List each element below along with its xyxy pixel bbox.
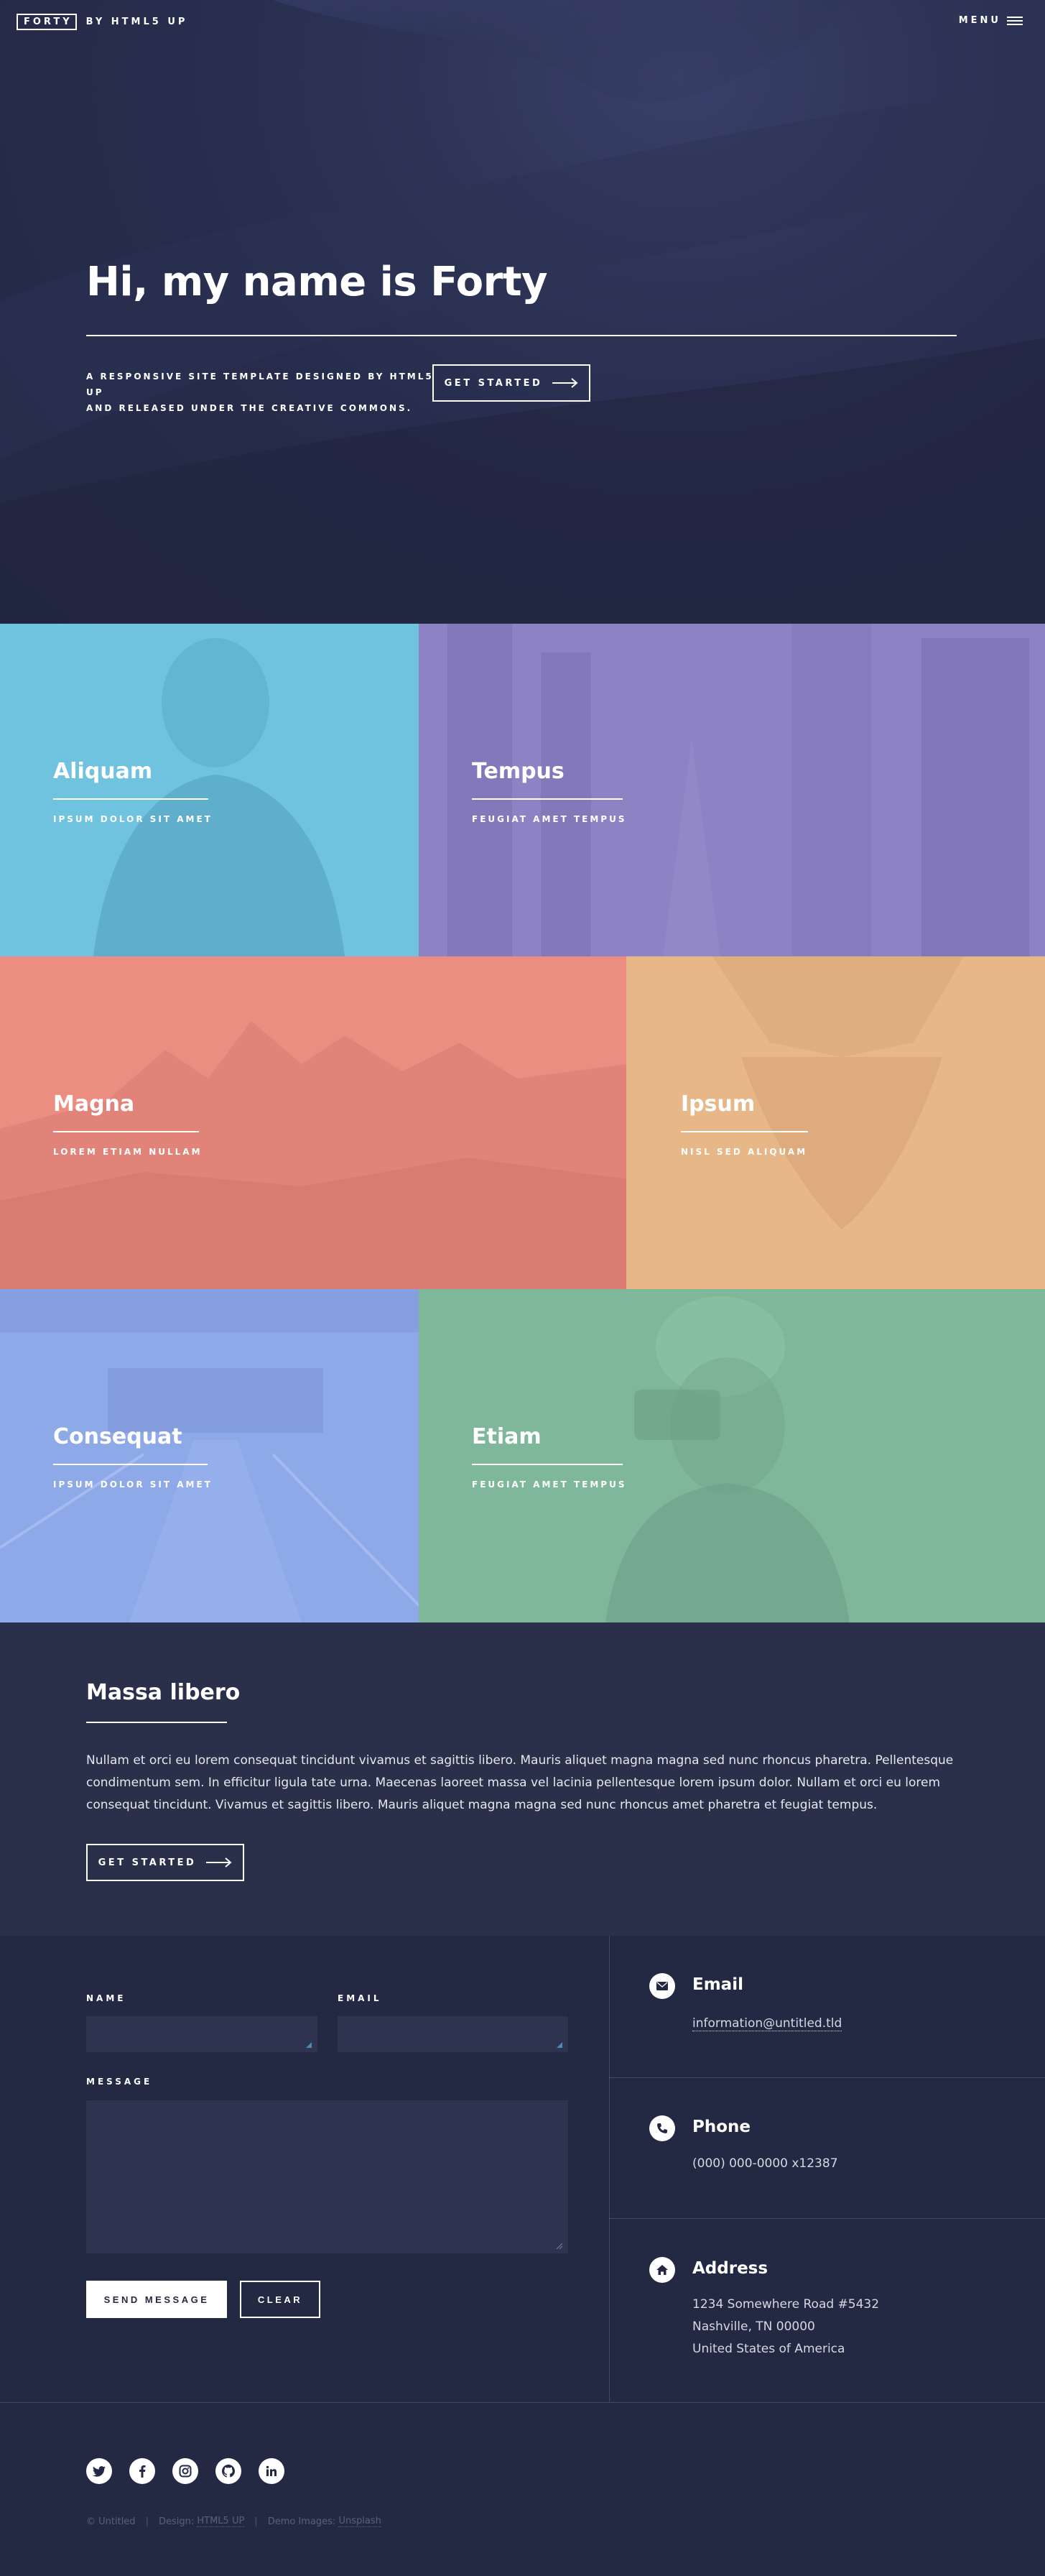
- hamburger-icon: [1007, 16, 1023, 25]
- tile-etiam-title: Etiam: [472, 1424, 542, 1449]
- tile-tempus[interactable]: Tempus FEUGIAT AMET TEMPUS: [419, 624, 1045, 956]
- tile-consequat-title: Consequat: [53, 1424, 182, 1449]
- tile-aliquam-subtitle: IPSUM DOLOR SIT AMET: [53, 814, 213, 824]
- instagram-icon[interactable]: [172, 2458, 198, 2484]
- contact-divider: [609, 1936, 610, 2402]
- menu-button[interactable]: MENU: [959, 15, 1023, 26]
- tile-aliquam-divider: [53, 798, 208, 800]
- tile-tempus-subtitle: FEUGIAT AMET TEMPUS: [472, 814, 627, 824]
- facebook-icon[interactable]: [129, 2458, 155, 2484]
- intro-section: Massa libero Nullam et orci eu lorem con…: [0, 1622, 1045, 1936]
- address-heading: Address: [692, 2259, 768, 2278]
- banner-divider: [86, 335, 957, 336]
- field-resize-icon: [306, 2042, 312, 2048]
- tile-magna-divider: [53, 1131, 199, 1132]
- copyright-text: © Untitled: [86, 2516, 136, 2527]
- message-label: MESSAGE: [86, 2077, 153, 2087]
- site-logo[interactable]: FORTY BY HTML5 UP: [17, 14, 187, 30]
- logo-tagline: BY HTML5 UP: [85, 17, 188, 27]
- banner-background-image: [0, 0, 1045, 624]
- banner-subtitle-line-1: A RESPONSIVE SITE TEMPLATE DESIGNED BY H…: [86, 371, 434, 397]
- tile-aliquam-photo: [93, 638, 345, 956]
- contact-info-divider: [609, 2218, 1045, 2219]
- banner-subtitle: A RESPONSIVE SITE TEMPLATE DESIGNED BY H…: [86, 369, 438, 416]
- name-input[interactable]: [86, 2016, 317, 2052]
- tile-magna-title: Magna: [53, 1091, 135, 1117]
- linkedin-icon[interactable]: [259, 2458, 284, 2484]
- home-icon: [649, 2257, 675, 2283]
- tile-etiam-subtitle: FEUGIAT AMET TEMPUS: [472, 1479, 627, 1490]
- email-heading: Email: [692, 1975, 743, 1994]
- tile-ipsum-divider: [681, 1131, 808, 1132]
- address-line-2: Nashville, TN 00000: [692, 2319, 815, 2334]
- tile-etiam[interactable]: Etiam FEUGIAT AMET TEMPUS: [419, 1289, 1045, 1622]
- message-textarea[interactable]: [86, 2100, 568, 2253]
- tile-ipsum-photo: [712, 956, 964, 1229]
- twitter-icon[interactable]: [86, 2458, 112, 2484]
- name-label: NAME: [86, 1993, 126, 2003]
- arrow-right-icon: [552, 378, 578, 388]
- contact-section: NAME EMAIL MESSAGE SEND MESSAGE CLEAR Em…: [0, 1936, 1045, 2402]
- intro-get-started-button[interactable]: GET STARTED: [86, 1844, 244, 1881]
- demo-images-link[interactable]: Unsplash: [338, 2516, 381, 2527]
- tile-etiam-photo: [605, 1296, 850, 1622]
- tile-tempus-photo: [447, 624, 1029, 956]
- banner-get-started-label: GET STARTED: [444, 377, 543, 389]
- design-credit-prefix: Design:: [158, 2516, 195, 2527]
- clear-button[interactable]: CLEAR: [240, 2281, 320, 2318]
- banner-subtitle-line-2: AND RELEASED UNDER THE CREATIVE COMMONS.: [86, 403, 413, 413]
- phone-icon: [649, 2115, 675, 2141]
- banner-get-started-button[interactable]: GET STARTED: [432, 364, 590, 402]
- tile-ipsum[interactable]: Ipsum NISL SED ALIQUAM: [626, 956, 1045, 1289]
- tile-consequat-divider: [53, 1464, 208, 1465]
- site-footer: © Untitled | Design: HTML5 UP | Demo Ima…: [0, 2402, 1045, 2576]
- tile-consequat-photo: [0, 1289, 419, 1622]
- intro-body: Nullam et orci eu lorem consequat tincid…: [86, 1753, 954, 1812]
- email-info-value: information@untitled.tld: [692, 2013, 842, 2035]
- address-line-1: 1234 Somewhere Road #5432: [692, 2297, 880, 2312]
- envelope-icon: [649, 1973, 675, 1999]
- email-label: EMAIL: [338, 1993, 382, 2003]
- demo-images-prefix: Demo Images:: [267, 2516, 336, 2527]
- email-link[interactable]: information@untitled.tld: [692, 2016, 842, 2031]
- tile-aliquam[interactable]: Aliquam IPSUM DOLOR SIT AMET: [0, 624, 419, 956]
- tile-aliquam-title: Aliquam: [53, 759, 153, 784]
- copyright-bar: © Untitled | Design: HTML5 UP | Demo Ima…: [86, 2516, 381, 2527]
- site-header: FORTY BY HTML5 UP MENU: [0, 0, 1045, 43]
- phone-info-value: (000) 000-0000 x12387: [692, 2156, 838, 2171]
- banner: Hi, my name is Forty A RESPONSIVE SITE T…: [0, 0, 1045, 624]
- github-icon[interactable]: [215, 2458, 241, 2484]
- intro-divider: [86, 1722, 227, 1723]
- separator: |: [254, 2516, 258, 2527]
- arrow-right-icon: [206, 1857, 232, 1868]
- address-line-3: United States of America: [692, 2342, 845, 2356]
- tile-magna-photo: [0, 1021, 626, 1289]
- intro-get-started-label: GET STARTED: [98, 1857, 197, 1868]
- tile-tempus-title: Tempus: [472, 759, 565, 784]
- separator: |: [145, 2516, 149, 2527]
- logo-mark: FORTY: [17, 14, 77, 30]
- tile-consequat[interactable]: Consequat IPSUM DOLOR SIT AMET: [0, 1289, 419, 1622]
- email-input[interactable]: [338, 2016, 568, 2052]
- send-message-button[interactable]: SEND MESSAGE: [86, 2281, 227, 2318]
- tile-magna[interactable]: Magna LOREM ETIAM NULLAM: [0, 956, 626, 1289]
- intro-title: Massa libero: [86, 1680, 241, 1705]
- contact-info-divider: [609, 2077, 1045, 2078]
- phone-heading: Phone: [692, 2118, 751, 2136]
- tile-consequat-subtitle: IPSUM DOLOR SIT AMET: [53, 1479, 213, 1490]
- menu-label: MENU: [958, 15, 1001, 26]
- design-credit-link[interactable]: HTML5 UP: [197, 2516, 245, 2527]
- field-resize-icon: [557, 2042, 562, 2048]
- tile-tempus-divider: [472, 798, 623, 800]
- tile-ipsum-subtitle: NISL SED ALIQUAM: [681, 1147, 808, 1157]
- resize-handle-icon: [556, 2243, 562, 2249]
- tile-magna-subtitle: LOREM ETIAM NULLAM: [53, 1147, 203, 1157]
- tile-ipsum-title: Ipsum: [681, 1091, 756, 1117]
- tile-etiam-divider: [472, 1464, 623, 1465]
- banner-title: Hi, my name is Forty: [86, 259, 548, 305]
